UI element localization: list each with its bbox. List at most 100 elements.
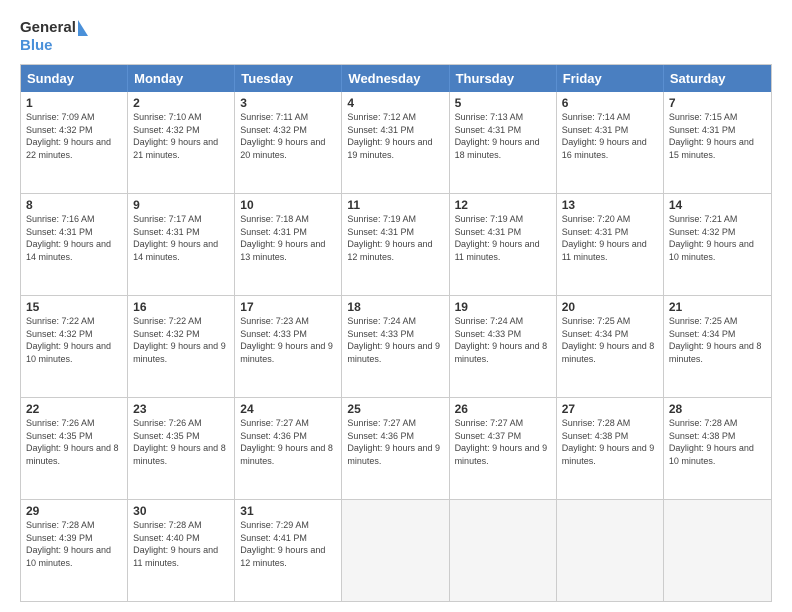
calendar-body: 1Sunrise: 7:09 AMSunset: 4:32 PMDaylight… — [21, 92, 771, 601]
calendar-cell: 31Sunrise: 7:29 AMSunset: 4:41 PMDayligh… — [235, 500, 342, 601]
calendar-header-cell: Thursday — [450, 65, 557, 92]
day-info: Sunrise: 7:17 AMSunset: 4:31 PMDaylight:… — [133, 213, 229, 263]
day-number: 7 — [669, 96, 766, 110]
day-number: 12 — [455, 198, 551, 212]
calendar-cell: 26Sunrise: 7:27 AMSunset: 4:37 PMDayligh… — [450, 398, 557, 499]
calendar-cell-empty — [664, 500, 771, 601]
day-info: Sunrise: 7:25 AMSunset: 4:34 PMDaylight:… — [562, 315, 658, 365]
day-info: Sunrise: 7:26 AMSunset: 4:35 PMDaylight:… — [26, 417, 122, 467]
day-number: 1 — [26, 96, 122, 110]
day-number: 22 — [26, 402, 122, 416]
calendar-cell: 1Sunrise: 7:09 AMSunset: 4:32 PMDaylight… — [21, 92, 128, 193]
day-number: 9 — [133, 198, 229, 212]
day-info: Sunrise: 7:12 AMSunset: 4:31 PMDaylight:… — [347, 111, 443, 161]
calendar-cell: 10Sunrise: 7:18 AMSunset: 4:31 PMDayligh… — [235, 194, 342, 295]
day-number: 4 — [347, 96, 443, 110]
day-number: 31 — [240, 504, 336, 518]
calendar-cell: 7Sunrise: 7:15 AMSunset: 4:31 PMDaylight… — [664, 92, 771, 193]
day-number: 15 — [26, 300, 122, 314]
day-info: Sunrise: 7:15 AMSunset: 4:31 PMDaylight:… — [669, 111, 766, 161]
calendar-header-cell: Sunday — [21, 65, 128, 92]
day-info: Sunrise: 7:28 AMSunset: 4:39 PMDaylight:… — [26, 519, 122, 569]
day-info: Sunrise: 7:21 AMSunset: 4:32 PMDaylight:… — [669, 213, 766, 263]
calendar-cell: 3Sunrise: 7:11 AMSunset: 4:32 PMDaylight… — [235, 92, 342, 193]
calendar-week-row: 15Sunrise: 7:22 AMSunset: 4:32 PMDayligh… — [21, 295, 771, 397]
calendar-cell: 30Sunrise: 7:28 AMSunset: 4:40 PMDayligh… — [128, 500, 235, 601]
day-info: Sunrise: 7:22 AMSunset: 4:32 PMDaylight:… — [133, 315, 229, 365]
calendar-header-cell: Friday — [557, 65, 664, 92]
calendar-cell: 19Sunrise: 7:24 AMSunset: 4:33 PMDayligh… — [450, 296, 557, 397]
calendar-cell-empty — [557, 500, 664, 601]
day-info: Sunrise: 7:28 AMSunset: 4:40 PMDaylight:… — [133, 519, 229, 569]
calendar-cell: 28Sunrise: 7:28 AMSunset: 4:38 PMDayligh… — [664, 398, 771, 499]
svg-text:General: General — [20, 19, 76, 36]
day-number: 24 — [240, 402, 336, 416]
day-number: 5 — [455, 96, 551, 110]
calendar-header-cell: Saturday — [664, 65, 771, 92]
day-info: Sunrise: 7:28 AMSunset: 4:38 PMDaylight:… — [562, 417, 658, 467]
day-number: 10 — [240, 198, 336, 212]
page: General Blue SundayMondayTuesdayWednesda… — [0, 0, 792, 612]
day-info: Sunrise: 7:27 AMSunset: 4:37 PMDaylight:… — [455, 417, 551, 467]
logo: General Blue — [20, 16, 90, 56]
day-info: Sunrise: 7:14 AMSunset: 4:31 PMDaylight:… — [562, 111, 658, 161]
day-number: 23 — [133, 402, 229, 416]
calendar-week-row: 8Sunrise: 7:16 AMSunset: 4:31 PMDaylight… — [21, 193, 771, 295]
calendar-header-row: SundayMondayTuesdayWednesdayThursdayFrid… — [21, 65, 771, 92]
calendar-header-cell: Tuesday — [235, 65, 342, 92]
calendar-cell: 2Sunrise: 7:10 AMSunset: 4:32 PMDaylight… — [128, 92, 235, 193]
day-number: 20 — [562, 300, 658, 314]
header: General Blue — [20, 16, 772, 56]
calendar-cell-empty — [342, 500, 449, 601]
calendar-cell: 6Sunrise: 7:14 AMSunset: 4:31 PMDaylight… — [557, 92, 664, 193]
calendar-cell: 17Sunrise: 7:23 AMSunset: 4:33 PMDayligh… — [235, 296, 342, 397]
day-number: 6 — [562, 96, 658, 110]
day-number: 19 — [455, 300, 551, 314]
day-info: Sunrise: 7:22 AMSunset: 4:32 PMDaylight:… — [26, 315, 122, 365]
calendar-cell: 24Sunrise: 7:27 AMSunset: 4:36 PMDayligh… — [235, 398, 342, 499]
calendar-header-cell: Wednesday — [342, 65, 449, 92]
calendar-cell: 12Sunrise: 7:19 AMSunset: 4:31 PMDayligh… — [450, 194, 557, 295]
calendar-cell: 21Sunrise: 7:25 AMSunset: 4:34 PMDayligh… — [664, 296, 771, 397]
day-number: 25 — [347, 402, 443, 416]
calendar-week-row: 22Sunrise: 7:26 AMSunset: 4:35 PMDayligh… — [21, 397, 771, 499]
day-info: Sunrise: 7:10 AMSunset: 4:32 PMDaylight:… — [133, 111, 229, 161]
day-number: 28 — [669, 402, 766, 416]
calendar-cell: 13Sunrise: 7:20 AMSunset: 4:31 PMDayligh… — [557, 194, 664, 295]
day-number: 2 — [133, 96, 229, 110]
day-number: 17 — [240, 300, 336, 314]
logo-icon: General Blue — [20, 16, 90, 56]
calendar-cell: 27Sunrise: 7:28 AMSunset: 4:38 PMDayligh… — [557, 398, 664, 499]
day-number: 21 — [669, 300, 766, 314]
day-number: 14 — [669, 198, 766, 212]
day-info: Sunrise: 7:25 AMSunset: 4:34 PMDaylight:… — [669, 315, 766, 365]
calendar-cell: 22Sunrise: 7:26 AMSunset: 4:35 PMDayligh… — [21, 398, 128, 499]
day-info: Sunrise: 7:24 AMSunset: 4:33 PMDaylight:… — [347, 315, 443, 365]
calendar-cell: 8Sunrise: 7:16 AMSunset: 4:31 PMDaylight… — [21, 194, 128, 295]
day-info: Sunrise: 7:09 AMSunset: 4:32 PMDaylight:… — [26, 111, 122, 161]
day-info: Sunrise: 7:19 AMSunset: 4:31 PMDaylight:… — [455, 213, 551, 263]
day-number: 29 — [26, 504, 122, 518]
day-number: 11 — [347, 198, 443, 212]
day-number: 30 — [133, 504, 229, 518]
calendar-header-cell: Monday — [128, 65, 235, 92]
calendar-cell: 23Sunrise: 7:26 AMSunset: 4:35 PMDayligh… — [128, 398, 235, 499]
day-info: Sunrise: 7:11 AMSunset: 4:32 PMDaylight:… — [240, 111, 336, 161]
day-info: Sunrise: 7:24 AMSunset: 4:33 PMDaylight:… — [455, 315, 551, 365]
calendar-cell: 9Sunrise: 7:17 AMSunset: 4:31 PMDaylight… — [128, 194, 235, 295]
calendar-cell: 18Sunrise: 7:24 AMSunset: 4:33 PMDayligh… — [342, 296, 449, 397]
calendar-week-row: 29Sunrise: 7:28 AMSunset: 4:39 PMDayligh… — [21, 499, 771, 601]
day-info: Sunrise: 7:27 AMSunset: 4:36 PMDaylight:… — [347, 417, 443, 467]
calendar-cell: 16Sunrise: 7:22 AMSunset: 4:32 PMDayligh… — [128, 296, 235, 397]
day-info: Sunrise: 7:19 AMSunset: 4:31 PMDaylight:… — [347, 213, 443, 263]
day-number: 13 — [562, 198, 658, 212]
calendar-week-row: 1Sunrise: 7:09 AMSunset: 4:32 PMDaylight… — [21, 92, 771, 193]
day-info: Sunrise: 7:26 AMSunset: 4:35 PMDaylight:… — [133, 417, 229, 467]
day-number: 16 — [133, 300, 229, 314]
day-info: Sunrise: 7:28 AMSunset: 4:38 PMDaylight:… — [669, 417, 766, 467]
calendar-cell: 25Sunrise: 7:27 AMSunset: 4:36 PMDayligh… — [342, 398, 449, 499]
svg-text:Blue: Blue — [20, 37, 53, 54]
calendar-cell: 11Sunrise: 7:19 AMSunset: 4:31 PMDayligh… — [342, 194, 449, 295]
day-info: Sunrise: 7:13 AMSunset: 4:31 PMDaylight:… — [455, 111, 551, 161]
day-number: 3 — [240, 96, 336, 110]
